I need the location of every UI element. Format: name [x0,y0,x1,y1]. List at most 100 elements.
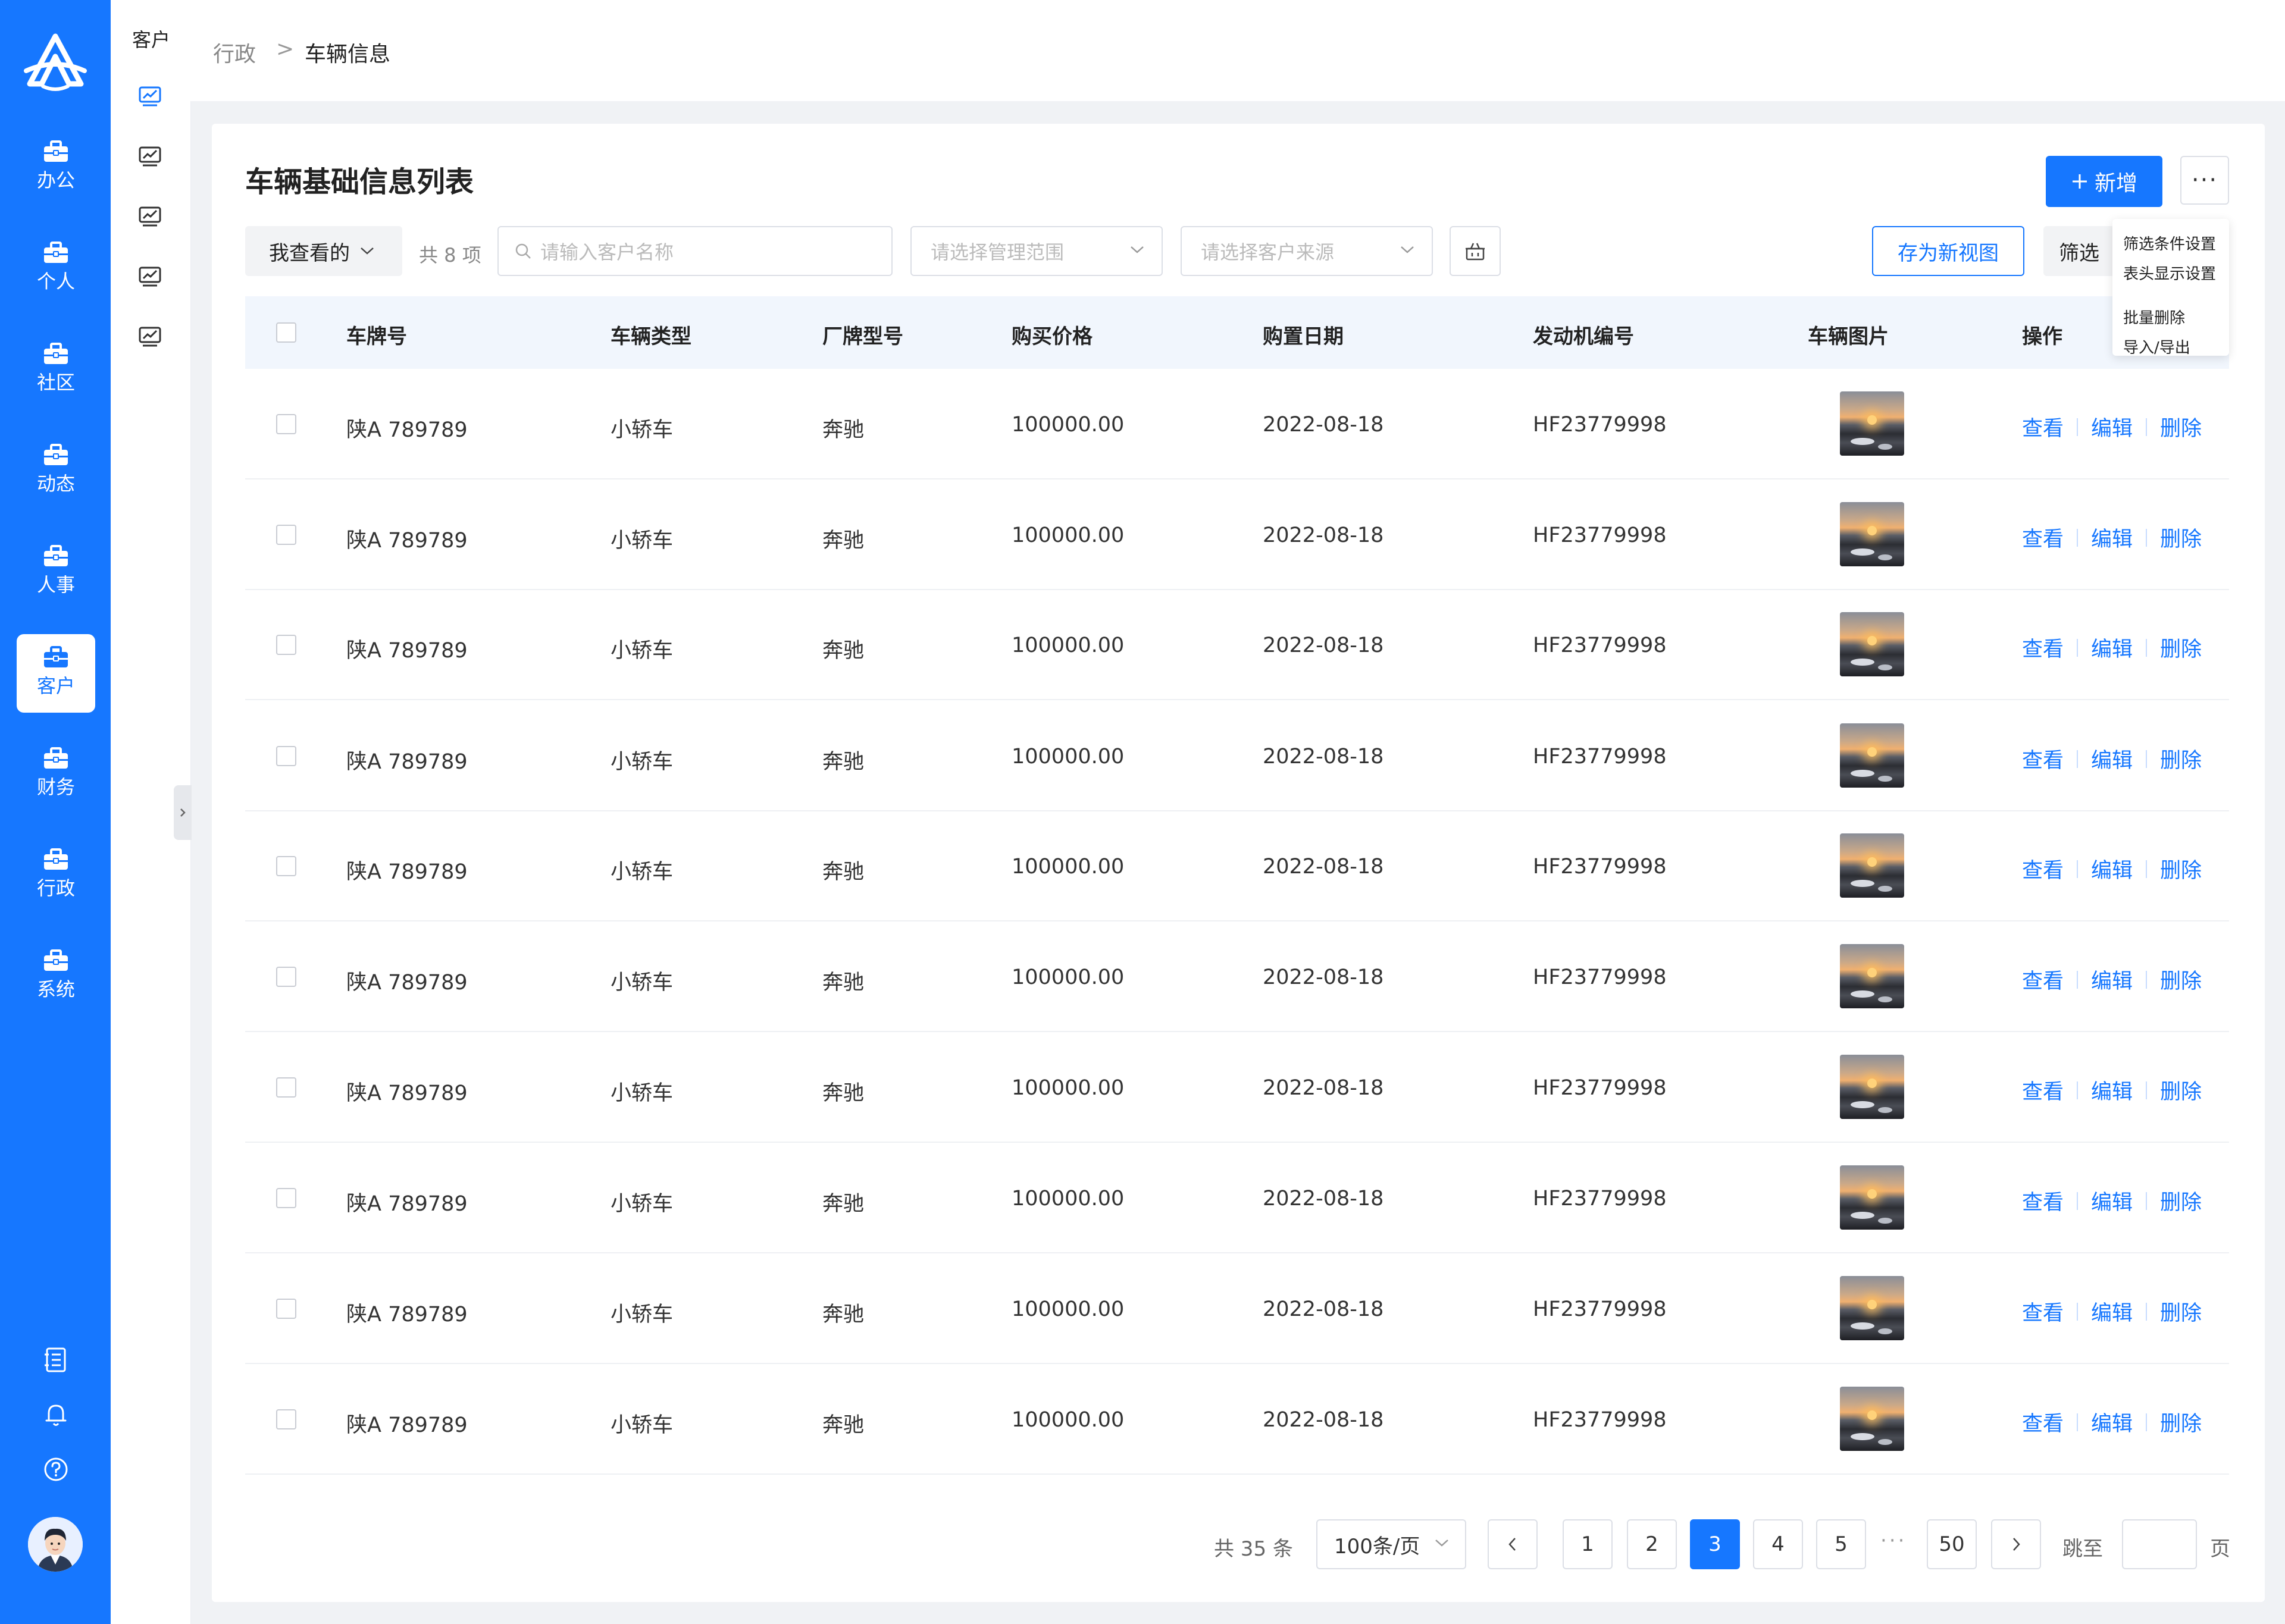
delete-link[interactable]: 删除 [2160,522,2202,553]
row-checkbox[interactable] [276,967,296,987]
table-row[interactable]: 陕A 789789 小轿车 奔驰 100000.00 2022-08-18 HF23779… [245,369,2229,479]
vehicle-thumbnail[interactable] [1840,1276,1904,1340]
delete-link[interactable]: 删除 [2160,1186,2202,1216]
delete-link[interactable]: 删除 [2160,1296,2202,1327]
vehicle-thumbnail[interactable] [1840,1055,1904,1119]
save-view-button[interactable]: 存为新视图 [1872,226,2024,276]
jump-to-input[interactable] [2122,1519,2197,1569]
delete-link[interactable]: 删除 [2160,412,2202,442]
chart-monitor-icon[interactable] [137,264,163,290]
avatar[interactable] [28,1517,83,1572]
chart-monitor-icon[interactable] [137,324,163,350]
chart-monitor-icon[interactable] [137,143,163,170]
page-button[interactable]: 2 [1627,1519,1677,1569]
page-button[interactable]: 1 [1563,1519,1613,1569]
add-button[interactable]: 新增 [2046,156,2162,207]
edit-link[interactable]: 编辑 [2091,964,2133,995]
edit-link[interactable]: 编辑 [2091,854,2133,884]
edit-link[interactable]: 编辑 [2091,522,2133,553]
nav-item[interactable]: 个人 [17,230,95,308]
nav-item[interactable]: 人事 [17,533,95,612]
edit-link[interactable]: 编辑 [2091,1296,2133,1327]
table-row[interactable]: 陕A 789789 小轿车 奔驰 100000.00 2022-08-18 HF23779… [245,1364,2229,1475]
page-size-select[interactable]: 100条/页 [1316,1519,1466,1569]
vehicle-thumbnail[interactable] [1840,612,1904,676]
vehicle-thumbnail[interactable] [1840,1387,1904,1451]
delete-link[interactable]: 删除 [2160,1407,2202,1437]
basket-button[interactable] [1450,226,1501,276]
view-link[interactable]: 查看 [2022,1407,2064,1437]
nav-item[interactable]: 动态 [17,432,95,510]
row-checkbox[interactable] [276,1409,296,1429]
nav-item[interactable]: 系统 [17,938,95,1016]
row-checkbox[interactable] [276,635,296,655]
select-all-checkbox[interactable] [276,322,296,343]
nav-item[interactable]: 行政 [17,836,95,915]
delete-link[interactable]: 删除 [2160,744,2202,774]
delete-link[interactable]: 删除 [2160,854,2202,884]
view-link[interactable]: 查看 [2022,412,2064,442]
row-checkbox[interactable] [276,1299,296,1319]
vehicle-thumbnail[interactable] [1840,502,1904,566]
edit-link[interactable]: 编辑 [2091,632,2133,663]
edit-link[interactable]: 编辑 [2091,1186,2133,1216]
view-link[interactable]: 查看 [2022,632,2064,663]
view-link[interactable]: 查看 [2022,1186,2064,1216]
help-icon[interactable] [42,1455,70,1484]
view-link[interactable]: 查看 [2022,854,2064,884]
chart-monitor-icon[interactable] [137,83,163,109]
edit-link[interactable]: 编辑 [2091,1075,2133,1105]
view-link[interactable]: 查看 [2022,1075,2064,1105]
notebook-icon[interactable] [42,1346,70,1374]
table-row[interactable]: 陕A 789789 小轿车 奔驰 100000.00 2022-08-18 HF23779… [245,811,2229,921]
row-checkbox[interactable] [276,525,296,545]
vehicle-thumbnail[interactable] [1840,391,1904,456]
view-link[interactable]: 查看 [2022,1296,2064,1327]
pagination-ellipsis[interactable]: ··· [1880,1529,1907,1553]
more-button[interactable]: ··· [2180,156,2229,205]
view-link[interactable]: 查看 [2022,522,2064,553]
menu-item-import-export[interactable]: 导入/导出 [2123,336,2190,358]
edit-link[interactable]: 编辑 [2091,744,2133,774]
row-checkbox[interactable] [276,1188,296,1208]
nav-item[interactable]: 财务 [17,735,95,814]
view-select[interactable]: 我查看的 [245,226,402,276]
chart-monitor-icon[interactable] [137,203,163,230]
next-page-button[interactable] [1991,1519,2041,1569]
row-checkbox[interactable] [276,856,296,876]
breadcrumb-parent[interactable]: 行政 [213,37,256,68]
view-link[interactable]: 查看 [2022,744,2064,774]
table-row[interactable]: 陕A 789789 小轿车 奔驰 100000.00 2022-08-18 HF23779… [245,590,2229,700]
page-button[interactable]: 3 [1690,1519,1740,1569]
nav-item[interactable]: 社区 [17,331,95,409]
delete-link[interactable]: 删除 [2160,1075,2202,1105]
filter-button[interactable]: 筛选 [2043,226,2115,276]
vehicle-thumbnail[interactable] [1840,1165,1904,1230]
row-checkbox[interactable] [276,746,296,766]
range-select[interactable]: 请选择管理范围 [910,226,1163,276]
page-button[interactable]: 4 [1753,1519,1803,1569]
delete-link[interactable]: 删除 [2160,964,2202,995]
sidebar-collapse-handle[interactable] [174,785,192,840]
vehicle-thumbnail[interactable] [1840,944,1904,1008]
menu-item-batch-delete[interactable]: 批量删除 [2123,306,2185,328]
nav-item[interactable]: 客户 [17,634,95,713]
edit-link[interactable]: 编辑 [2091,412,2133,442]
nav-item[interactable]: 办公 [17,128,95,207]
menu-item-header-settings[interactable]: 表头显示设置 [2123,262,2216,284]
bell-icon[interactable] [42,1400,70,1429]
table-row[interactable]: 陕A 789789 小轿车 奔驰 100000.00 2022-08-18 HF23779… [245,701,2229,811]
menu-item-filter-settings[interactable]: 筛选条件设置 [2123,232,2216,254]
delete-link[interactable]: 删除 [2160,632,2202,663]
table-row[interactable]: 陕A 789789 小轿车 奔驰 100000.00 2022-08-18 HF23779… [245,479,2229,590]
table-row[interactable]: 陕A 789789 小轿车 奔驰 100000.00 2022-08-18 HF23779… [245,1032,2229,1143]
source-select[interactable]: 请选择客户来源 [1181,226,1433,276]
view-link[interactable]: 查看 [2022,964,2064,995]
vehicle-thumbnail[interactable] [1840,833,1904,898]
row-checkbox[interactable] [276,1077,296,1098]
row-checkbox[interactable] [276,414,296,434]
prev-page-button[interactable] [1488,1519,1538,1569]
table-row[interactable]: 陕A 789789 小轿车 奔驰 100000.00 2022-08-18 HF23779… [245,921,2229,1032]
vehicle-thumbnail[interactable] [1840,723,1904,788]
search-input[interactable]: 请输入客户名称 [497,226,893,276]
